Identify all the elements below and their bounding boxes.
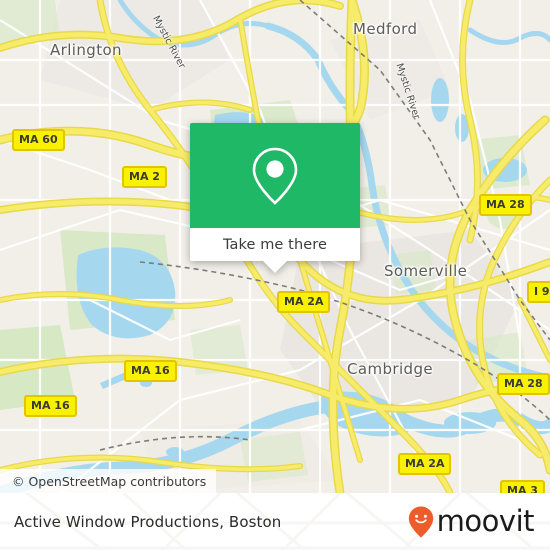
shield-ma-2a-west: MA 2A [277,291,331,313]
osm-attribution[interactable]: © OpenStreetMap contributors [0,469,217,493]
osm-attribution-text: © OpenStreetMap contributors [12,473,207,489]
shield-ma-16-west: MA 16 [24,395,77,417]
shield-ma-28-north: MA 28 [479,194,532,216]
popup-footer[interactable]: Take me there [190,228,360,261]
moovit-pin-icon [408,506,433,537]
location-popup-card[interactable]: Take me there [190,123,360,273]
shield-ma-16-north: MA 16 [124,360,177,382]
take-me-there-label: Take me there [222,236,328,253]
map-canvas[interactable]: Arlington Medford Somerville Cambridge M… [0,0,550,493]
shield-ma-2a-south: MA 2A [398,453,452,475]
shield-ma-3: MA 3 [500,480,545,493]
popup-tail-pointer [263,261,287,273]
moovit-wordmark: moovit [436,504,535,538]
shield-i-93: I 9 [527,281,550,303]
shield-ma-28-south: MA 28 [497,373,550,395]
moovit-brand[interactable]: moovit [408,493,535,550]
footer-bar: Active Window Productions, Boston moovit [0,493,550,550]
shield-ma-60-west: MA 60 [12,129,65,151]
popup-header [190,123,360,228]
map-pin-icon [252,147,298,205]
location-title: Active Window Productions, Boston [14,512,282,531]
shield-ma-2: MA 2 [122,166,167,188]
screenshot-frame: Arlington Medford Somerville Cambridge M… [0,0,550,550]
